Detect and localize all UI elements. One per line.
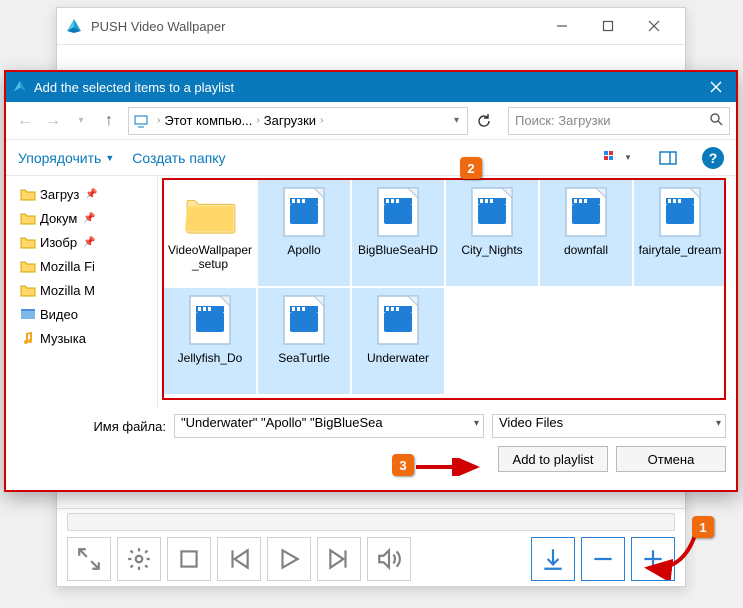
chevron-right-icon: › bbox=[157, 115, 160, 126]
tree-label: Mozilla M bbox=[40, 283, 95, 298]
fullscreen-button[interactable] bbox=[67, 537, 111, 581]
nav-back-button[interactable]: ← bbox=[12, 108, 38, 134]
tree-item[interactable]: Музыка bbox=[10, 326, 153, 350]
play-button[interactable] bbox=[267, 537, 311, 581]
tree-item[interactable]: Mozilla M bbox=[10, 278, 153, 302]
file-dialog: Add the selected items to a playlist ← →… bbox=[4, 70, 738, 492]
dialog-close-button[interactable] bbox=[702, 76, 730, 98]
tree-label: Видео bbox=[40, 307, 78, 322]
breadcrumb-dropdown-icon[interactable]: ▾ bbox=[450, 115, 463, 126]
search-placeholder: Поиск: Загрузки bbox=[515, 113, 611, 128]
tree-label: Mozilla Fi bbox=[40, 259, 95, 274]
parent-media-bar bbox=[57, 508, 685, 586]
progress-bar[interactable] bbox=[67, 513, 675, 531]
callout-2: 2 bbox=[460, 157, 482, 179]
add-to-playlist-button[interactable]: Add to playlist bbox=[498, 446, 608, 472]
selection-highlight-annotation bbox=[162, 178, 726, 400]
close-button[interactable] bbox=[631, 8, 677, 44]
chevron-right-icon: › bbox=[256, 115, 259, 126]
pin-icon: 📌 bbox=[83, 237, 95, 248]
parent-titlebar: PUSH Video Wallpaper bbox=[57, 8, 685, 44]
computer-icon bbox=[133, 113, 149, 129]
app-logo-icon bbox=[65, 17, 83, 35]
refresh-button[interactable] bbox=[470, 107, 498, 135]
tree-item[interactable]: Mozilla Fi bbox=[10, 254, 153, 278]
chevron-right-icon: › bbox=[320, 115, 323, 126]
new-folder-button[interactable]: Создать папку bbox=[132, 150, 225, 166]
tree-label: Загруз bbox=[40, 187, 79, 202]
cancel-button[interactable]: Отмена bbox=[616, 446, 726, 472]
breadcrumb-seg2[interactable]: Загрузки bbox=[264, 113, 316, 128]
filename-label: Имя файла: bbox=[16, 419, 166, 434]
nav-recent-button[interactable]: ▾ bbox=[68, 108, 94, 134]
tree-label: Музыка bbox=[40, 331, 86, 346]
tree-item[interactable]: Изобр 📌 bbox=[10, 230, 153, 254]
pin-icon: 📌 bbox=[85, 189, 97, 200]
tree-item[interactable]: Загруз 📌 bbox=[10, 182, 153, 206]
view-options-button[interactable]: ▼ bbox=[602, 146, 634, 170]
tree-label: Изобр bbox=[40, 235, 77, 250]
pin-icon: 📌 bbox=[83, 213, 95, 224]
stop-button[interactable] bbox=[167, 537, 211, 581]
minimize-button[interactable] bbox=[539, 8, 585, 44]
breadcrumb-seg1[interactable]: Этот компью... bbox=[164, 113, 252, 128]
tree-item[interactable]: Докум 📌 bbox=[10, 206, 153, 230]
remove-button[interactable] bbox=[581, 537, 625, 581]
search-input[interactable]: Поиск: Загрузки bbox=[508, 107, 730, 135]
nav-row: ← → ▾ ↑ › Этот компью... › Загрузки › ▾ … bbox=[6, 102, 736, 140]
folder-tree[interactable]: Загруз 📌 Докум 📌 Изобр 📌 Mozilla Fi Mozilla M Ви… bbox=[6, 176, 158, 408]
next-button[interactable] bbox=[317, 537, 361, 581]
preview-pane-button[interactable] bbox=[652, 146, 684, 170]
toolbar-row: Упорядочить▼ Создать папку ▼ ? bbox=[6, 140, 736, 176]
breadcrumb[interactable]: › Этот компью... › Загрузки › ▾ bbox=[128, 107, 468, 135]
volume-button[interactable] bbox=[367, 537, 411, 581]
download-button[interactable] bbox=[531, 537, 575, 581]
maximize-button[interactable] bbox=[585, 8, 631, 44]
nav-up-button[interactable]: ↑ bbox=[96, 108, 122, 134]
filename-input[interactable]: "Underwater" "Apollo" "BigBlueSea bbox=[174, 414, 484, 438]
parent-title: PUSH Video Wallpaper bbox=[91, 19, 225, 34]
filetype-select[interactable]: Video Files bbox=[492, 414, 726, 438]
dialog-logo-icon bbox=[12, 79, 28, 95]
tree-label: Докум bbox=[40, 211, 77, 226]
search-icon bbox=[709, 112, 723, 129]
organize-menu[interactable]: Упорядочить▼ bbox=[18, 150, 114, 166]
dialog-title: Add the selected items to a playlist bbox=[34, 80, 234, 95]
help-button[interactable]: ? bbox=[702, 147, 724, 169]
settings-button[interactable] bbox=[117, 537, 161, 581]
nav-forward-button[interactable]: → bbox=[40, 108, 66, 134]
dialog-titlebar: Add the selected items to a playlist bbox=[6, 72, 736, 102]
annotation-arrow-1 bbox=[640, 530, 700, 580]
callout-3: 3 bbox=[392, 454, 414, 476]
prev-button[interactable] bbox=[217, 537, 261, 581]
annotation-arrow-3 bbox=[414, 458, 484, 476]
callout-1: 1 bbox=[692, 516, 714, 538]
tree-item[interactable]: Видео bbox=[10, 302, 153, 326]
